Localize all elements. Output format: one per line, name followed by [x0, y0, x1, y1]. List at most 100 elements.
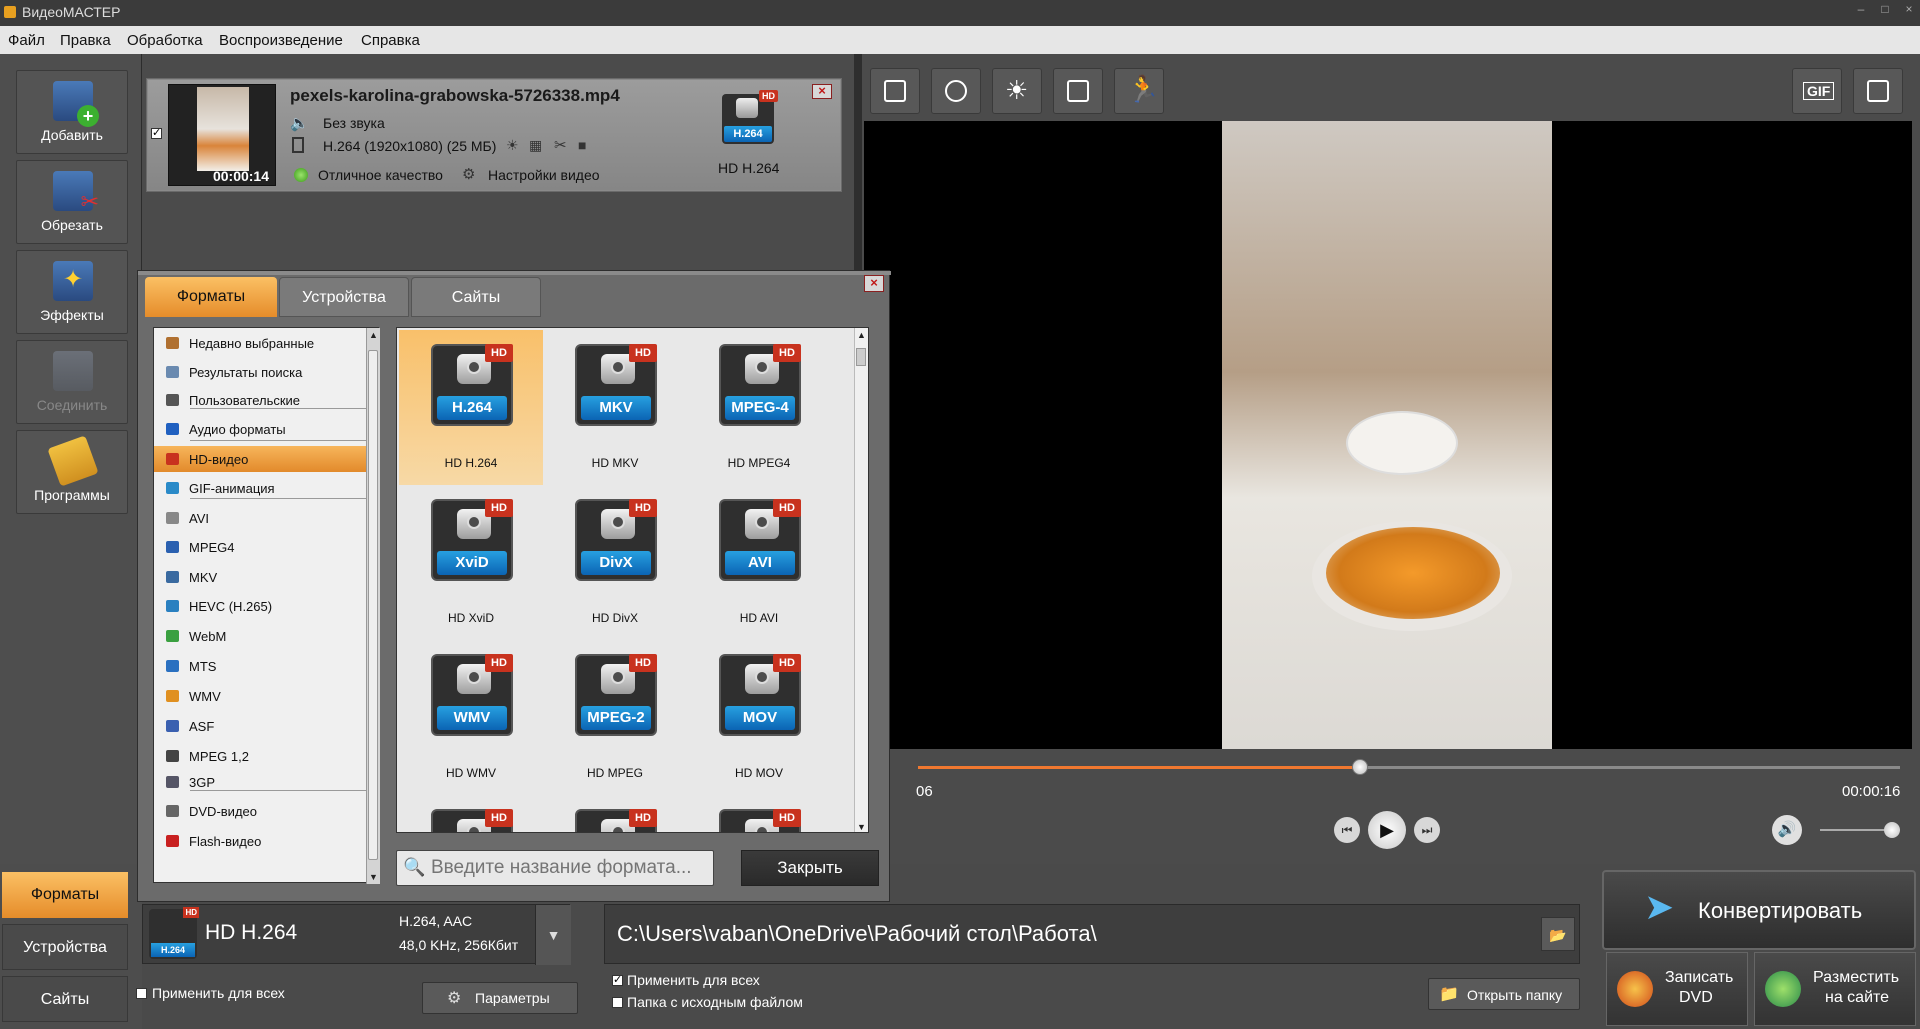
join-button[interactable]: Соединить: [16, 340, 128, 424]
video-info: H.264 (1920x1080) (25 МБ): [323, 138, 497, 154]
timeline-handle[interactable]: [1351, 759, 1368, 775]
category-icon: [166, 630, 179, 642]
category-item[interactable]: HD-видео: [154, 446, 366, 472]
category-item[interactable]: MTS: [154, 653, 366, 679]
apply-all-right-checkbox[interactable]: [612, 973, 623, 986]
format-camera-icon: AVI HD: [719, 499, 801, 581]
format-search-input[interactable]: [431, 855, 709, 881]
category-item[interactable]: MKV: [154, 564, 366, 590]
output-format-icon[interactable]: H.264 HD: [722, 90, 778, 144]
menu-help[interactable]: Справка: [361, 32, 420, 49]
format-item[interactable]: XviD HD HD XviD: [399, 485, 543, 640]
fullscreen-button[interactable]: [1853, 68, 1903, 114]
category-item[interactable]: Flash-видео: [154, 828, 366, 854]
category-item[interactable]: WebM: [154, 623, 366, 649]
source-folder-checkbox[interactable]: [612, 997, 623, 1008]
menu-playback[interactable]: Воспроизведение: [219, 32, 343, 49]
play-button[interactable]: ▶: [1368, 811, 1406, 849]
next-frame-button[interactable]: ⏭: [1414, 817, 1440, 843]
speed-tool-button[interactable]: 🏃: [1114, 68, 1164, 114]
close-window-button[interactable]: ×: [1896, 2, 1920, 22]
app-logo-icon: [4, 6, 16, 18]
category-scrollbar[interactable]: ▲ ▼: [366, 328, 380, 884]
menu-edit[interactable]: Правка: [60, 32, 111, 49]
brightness-icon[interactable]: ☀: [506, 137, 519, 154]
format-grid: H.264 HD HD H.264 MKV HD HD MKV MPEG-4 HD HD MPE…: [396, 327, 869, 833]
category-icon: [166, 720, 179, 732]
format-item[interactable]: MPEG-4 HD HD MPEG4: [687, 330, 831, 485]
film-icon: [292, 137, 304, 153]
category-item[interactable]: Результаты поиска: [154, 359, 366, 385]
format-item[interactable]: MOV HD HD MOV: [687, 640, 831, 795]
category-item[interactable]: Аудио форматы: [154, 416, 366, 442]
tab-devices-bottom[interactable]: Устройства: [2, 924, 128, 970]
file-checkbox[interactable]: [151, 126, 162, 139]
convert-button[interactable]: ➤ Конвертировать: [1602, 870, 1916, 950]
add-button[interactable]: + Добавить: [16, 70, 128, 154]
format-item[interactable]: MKV HD HD MKV: [543, 330, 687, 485]
dialog-tab-formats[interactable]: Форматы: [145, 277, 277, 317]
stabilize-icon: [945, 80, 967, 102]
brightness-tool-button[interactable]: ☀: [992, 68, 1042, 114]
video-settings-link[interactable]: Настройки видео: [488, 167, 600, 183]
apply-all-checkbox[interactable]: [136, 988, 147, 999]
format-item[interactable]: WMV HD HD WMV: [399, 640, 543, 795]
volume-icon[interactable]: 🔊: [1772, 815, 1802, 845]
category-item[interactable]: MPEG 1,2: [154, 743, 366, 769]
category-item[interactable]: AVI: [154, 505, 366, 531]
dialog-close-button[interactable]: Закрыть: [741, 850, 879, 886]
scissors-icon[interactable]: ✂: [554, 136, 567, 154]
category-item[interactable]: DVD-видео: [154, 798, 366, 824]
volume-slider[interactable]: [1820, 822, 1900, 838]
format-item[interactable]: AVI HD HD AVI: [687, 485, 831, 640]
volume-handle[interactable]: [1884, 822, 1900, 838]
output-format-box[interactable]: H.264 HD HD H.264 H.264, AAC 48,0 KHz, 2…: [142, 904, 571, 965]
publish-button[interactable]: Разместить на сайте: [1754, 952, 1916, 1026]
format-item[interactable]: HD: [687, 795, 831, 832]
format-item[interactable]: MPEG-2 HD HD MPEG: [543, 640, 687, 795]
category-item[interactable]: WMV: [154, 683, 366, 709]
category-item[interactable]: MPEG4: [154, 534, 366, 560]
audio-info[interactable]: Без звука: [323, 115, 385, 131]
camera-icon[interactable]: ■: [578, 137, 586, 153]
timeline-track[interactable]: [918, 759, 1900, 775]
menu-processing[interactable]: Обработка: [127, 32, 203, 49]
category-item[interactable]: Недавно выбранные: [154, 330, 366, 356]
format-search-field[interactable]: 🔍: [396, 850, 714, 886]
format-camera-icon: H.264 HD: [431, 344, 513, 426]
gif-button[interactable]: GIF: [1792, 68, 1842, 114]
minimize-button[interactable]: –: [1848, 2, 1874, 22]
category-item[interactable]: HEVC (H.265): [154, 593, 366, 619]
previous-frame-button[interactable]: ⏮: [1334, 817, 1360, 843]
format-item[interactable]: HEVCHD: [543, 795, 687, 832]
output-path-box[interactable]: C:\Users\vaban\OneDrive\Рабочий стол\Раб…: [604, 904, 1580, 964]
category-item[interactable]: Пользовательские: [154, 387, 366, 413]
format-item[interactable]: HD: [399, 795, 543, 832]
crop-icon[interactable]: ▦: [529, 137, 542, 154]
cut-button[interactable]: ✂ Обрезать: [16, 160, 128, 244]
grid-scrollbar[interactable]: ▲ ▼: [854, 328, 868, 832]
open-folder-button[interactable]: 📁 Открыть папку: [1428, 978, 1580, 1010]
menu-file[interactable]: Файл: [8, 32, 45, 49]
burn-dvd-button[interactable]: Записать DVD: [1606, 952, 1748, 1026]
dialog-tab-sites[interactable]: Сайты: [411, 277, 541, 317]
format-item[interactable]: H.264 HD HD H.264: [399, 330, 543, 485]
tab-formats-bottom[interactable]: Форматы: [2, 872, 128, 918]
format-item[interactable]: DivX HD HD DivX: [543, 485, 687, 640]
rotate-tool-button[interactable]: [1053, 68, 1103, 114]
browse-folder-icon[interactable]: 📂: [1541, 917, 1575, 951]
params-button[interactable]: ⚙ Параметры: [422, 982, 578, 1014]
crop-tool-button[interactable]: [870, 68, 920, 114]
category-item[interactable]: ASF: [154, 713, 366, 739]
dialog-close-icon[interactable]: ×: [864, 275, 884, 292]
category-item[interactable]: 3GP: [154, 769, 366, 795]
maximize-button[interactable]: □: [1872, 2, 1898, 22]
effects-button[interactable]: ✦ Эффекты: [16, 250, 128, 334]
tab-sites-bottom[interactable]: Сайты: [2, 976, 128, 1022]
stabilize-tool-button[interactable]: [931, 68, 981, 114]
remove-file-button[interactable]: ×: [812, 84, 832, 99]
format-dropdown-arrow[interactable]: ▼: [535, 905, 571, 965]
programs-button[interactable]: Программы: [16, 430, 128, 514]
dialog-tab-devices[interactable]: Устройства: [279, 277, 409, 317]
quality-label[interactable]: Отличное качество: [318, 167, 443, 183]
